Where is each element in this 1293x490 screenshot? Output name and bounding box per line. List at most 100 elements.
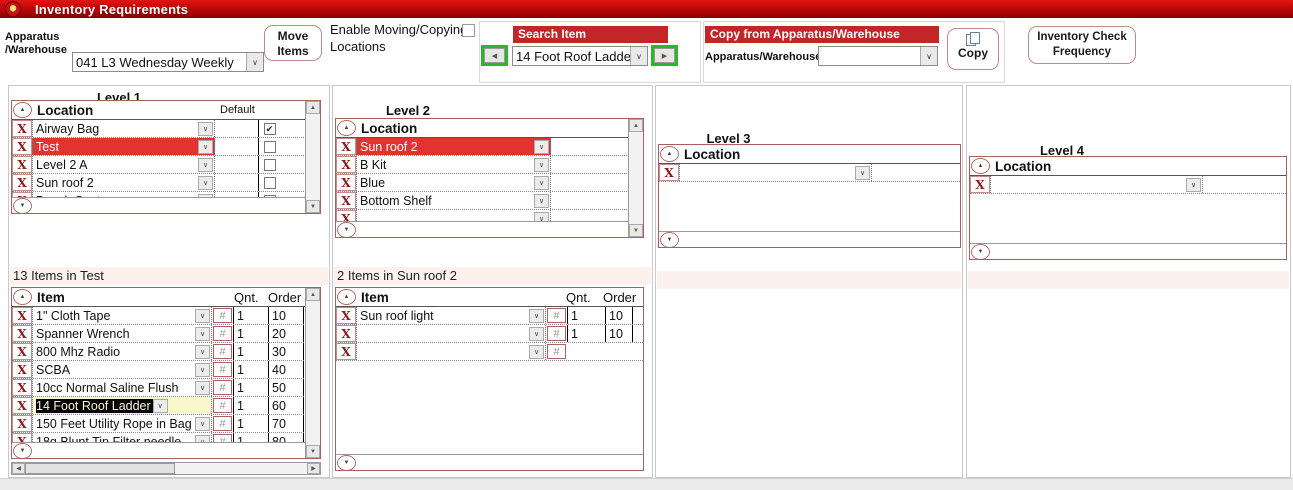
location-name-cell[interactable]: Test ∨ bbox=[32, 138, 215, 155]
location-name-cell[interactable]: ∨ bbox=[990, 176, 1203, 193]
delete-item-button[interactable]: X bbox=[336, 343, 356, 360]
order-cell[interactable]: 20 bbox=[268, 325, 304, 342]
move-up-button[interactable]: ▲ bbox=[971, 158, 990, 174]
order-cell[interactable] bbox=[605, 343, 633, 360]
delete-item-button[interactable]: X bbox=[336, 325, 356, 342]
move-down-button[interactable]: ▼ bbox=[13, 198, 32, 214]
chevron-down-icon[interactable]: ∨ bbox=[195, 363, 210, 377]
delete-item-button[interactable]: X bbox=[12, 325, 32, 342]
order-cell[interactable]: 40 bbox=[268, 361, 304, 378]
horizontal-scrollbar[interactable]: ◀ ▶ bbox=[11, 462, 321, 475]
default-checkbox[interactable] bbox=[264, 141, 276, 153]
chevron-down-icon[interactable]: ∨ bbox=[153, 399, 168, 413]
quantity-cell[interactable]: 1 bbox=[233, 415, 268, 432]
item-row[interactable]: X SCBA ∨ # 1 40 bbox=[12, 361, 320, 379]
chevron-down-icon[interactable]: ∨ bbox=[529, 327, 544, 341]
inventory-check-frequency-button[interactable]: Inventory Check Frequency bbox=[1028, 26, 1136, 64]
chevron-down-icon[interactable]: ∨ bbox=[195, 327, 210, 341]
scroll-up-icon[interactable]: ▲ bbox=[306, 288, 320, 301]
hash-number-button[interactable]: # bbox=[213, 398, 232, 413]
delete-location-button[interactable]: X bbox=[12, 120, 32, 137]
vertical-scrollbar[interactable]: ▲ ▼ bbox=[305, 101, 320, 213]
delete-item-button[interactable]: X bbox=[12, 397, 32, 414]
item-row[interactable]: X 1" Cloth Tape ∨ # 1 10 bbox=[12, 307, 320, 325]
item-name-cell[interactable]: ∨ bbox=[356, 325, 546, 342]
hash-number-button[interactable]: # bbox=[213, 362, 232, 377]
item-name-cell[interactable]: Spanner Wrench ∨ bbox=[32, 325, 212, 342]
default-cell[interactable] bbox=[258, 156, 307, 173]
scroll-down-icon[interactable]: ▼ bbox=[306, 445, 320, 458]
delete-item-button[interactable]: X bbox=[12, 379, 32, 396]
quantity-cell[interactable]: 1 bbox=[233, 379, 268, 396]
chevron-down-icon[interactable]: ∨ bbox=[195, 345, 210, 359]
scroll-down-icon[interactable]: ▼ bbox=[629, 224, 643, 237]
item-name-cell[interactable]: ∨ bbox=[356, 343, 546, 360]
scroll-right-icon[interactable]: ▶ bbox=[307, 463, 320, 474]
delete-location-button[interactable]: X bbox=[336, 174, 356, 191]
chevron-down-icon[interactable]: ∨ bbox=[195, 417, 210, 431]
move-up-button[interactable]: ▲ bbox=[337, 289, 356, 305]
hash-number-button[interactable]: # bbox=[213, 344, 232, 359]
chevron-down-icon[interactable]: ∨ bbox=[198, 158, 213, 172]
quantity-cell[interactable]: 1 bbox=[233, 325, 268, 342]
location-name-cell[interactable]: Level 2 A ∨ bbox=[32, 156, 215, 173]
item-row[interactable]: X 14 Foot Roof Ladder ∨ # 1 60 bbox=[12, 397, 320, 415]
search-next-button[interactable]: ▶ bbox=[654, 48, 675, 63]
move-down-button[interactable]: ▼ bbox=[13, 443, 32, 459]
quantity-cell[interactable] bbox=[567, 343, 605, 360]
location-name-cell[interactable]: Airway Bag ∨ bbox=[32, 120, 215, 137]
location-row[interactable]: X ∨ bbox=[659, 164, 960, 182]
item-row[interactable]: X ∨ # 1 10 bbox=[336, 325, 643, 343]
delete-location-button[interactable]: X bbox=[12, 156, 32, 173]
move-down-button[interactable]: ▼ bbox=[337, 222, 356, 238]
order-cell[interactable]: 30 bbox=[268, 343, 304, 360]
default-checkbox[interactable] bbox=[264, 159, 276, 171]
move-down-button[interactable]: ▼ bbox=[971, 244, 990, 260]
delete-location-button[interactable]: X bbox=[336, 138, 356, 155]
quantity-cell[interactable]: 1 bbox=[233, 307, 268, 324]
order-cell[interactable]: 10 bbox=[268, 307, 304, 324]
scroll-up-icon[interactable]: ▲ bbox=[629, 119, 643, 132]
quantity-cell[interactable]: 1 bbox=[567, 325, 605, 342]
delete-location-button[interactable]: X bbox=[336, 192, 356, 209]
location-name-cell[interactable]: B Kit ∨ bbox=[356, 156, 551, 173]
item-name-cell[interactable]: 800 Mhz Radio ∨ bbox=[32, 343, 212, 360]
chevron-down-icon[interactable]: ∨ bbox=[195, 381, 210, 395]
delete-item-button[interactable]: X bbox=[12, 343, 32, 360]
quantity-cell[interactable]: 1 bbox=[233, 361, 268, 378]
item-name-cell[interactable]: 1" Cloth Tape ∨ bbox=[32, 307, 212, 324]
item-row[interactable]: X Spanner Wrench ∨ # 1 20 bbox=[12, 325, 320, 343]
location-name-cell[interactable]: ∨ bbox=[679, 164, 872, 181]
enable-moving-copying-checkbox[interactable] bbox=[462, 24, 475, 37]
item-row[interactable]: X 10cc Normal Saline Flush ∨ # 1 50 bbox=[12, 379, 320, 397]
scroll-left-icon[interactable]: ◀ bbox=[12, 463, 25, 474]
chevron-down-icon[interactable]: ∨ bbox=[920, 47, 937, 65]
scroll-up-icon[interactable]: ▲ bbox=[306, 101, 320, 114]
order-cell[interactable]: 10 bbox=[605, 307, 633, 324]
order-cell[interactable]: 60 bbox=[268, 397, 304, 414]
default-cell[interactable] bbox=[258, 138, 307, 155]
chevron-down-icon[interactable]: ∨ bbox=[630, 47, 647, 65]
item-name-cell[interactable]: SCBA ∨ bbox=[32, 361, 212, 378]
location-row[interactable]: X Sun roof 2 ∨ bbox=[12, 174, 320, 192]
hash-number-button[interactable]: # bbox=[213, 308, 232, 323]
location-name-cell[interactable]: Blue ∨ bbox=[356, 174, 551, 191]
hash-number-button[interactable]: # bbox=[213, 380, 232, 395]
location-name-cell[interactable]: Sun roof 2 ∨ bbox=[356, 138, 551, 155]
item-row[interactable]: X 150 Feet Utility Rope in Bag ∨ # 1 70 bbox=[12, 415, 320, 433]
quantity-cell[interactable]: 1 bbox=[567, 307, 605, 324]
location-row[interactable]: X Test ∨ bbox=[12, 138, 320, 156]
move-up-button[interactable]: ▲ bbox=[13, 289, 32, 305]
chevron-down-icon[interactable]: ∨ bbox=[198, 176, 213, 190]
item-name-cell[interactable]: 10cc Normal Saline Flush ∨ bbox=[32, 379, 212, 396]
move-down-button[interactable]: ▼ bbox=[337, 455, 356, 471]
delete-item-button[interactable]: X bbox=[12, 361, 32, 378]
location-row[interactable]: X Level 2 A ∨ bbox=[12, 156, 320, 174]
location-row[interactable]: X Bottom Shelf ∨ bbox=[336, 192, 643, 210]
chevron-down-icon[interactable]: ∨ bbox=[198, 122, 213, 136]
chevron-down-icon[interactable]: ∨ bbox=[1186, 178, 1201, 192]
location-name-cell[interactable]: Sun roof 2 ∨ bbox=[32, 174, 215, 191]
order-cell[interactable]: 70 bbox=[268, 415, 304, 432]
item-row[interactable]: X ∨ # bbox=[336, 343, 643, 361]
delete-location-button[interactable]: X bbox=[336, 156, 356, 173]
